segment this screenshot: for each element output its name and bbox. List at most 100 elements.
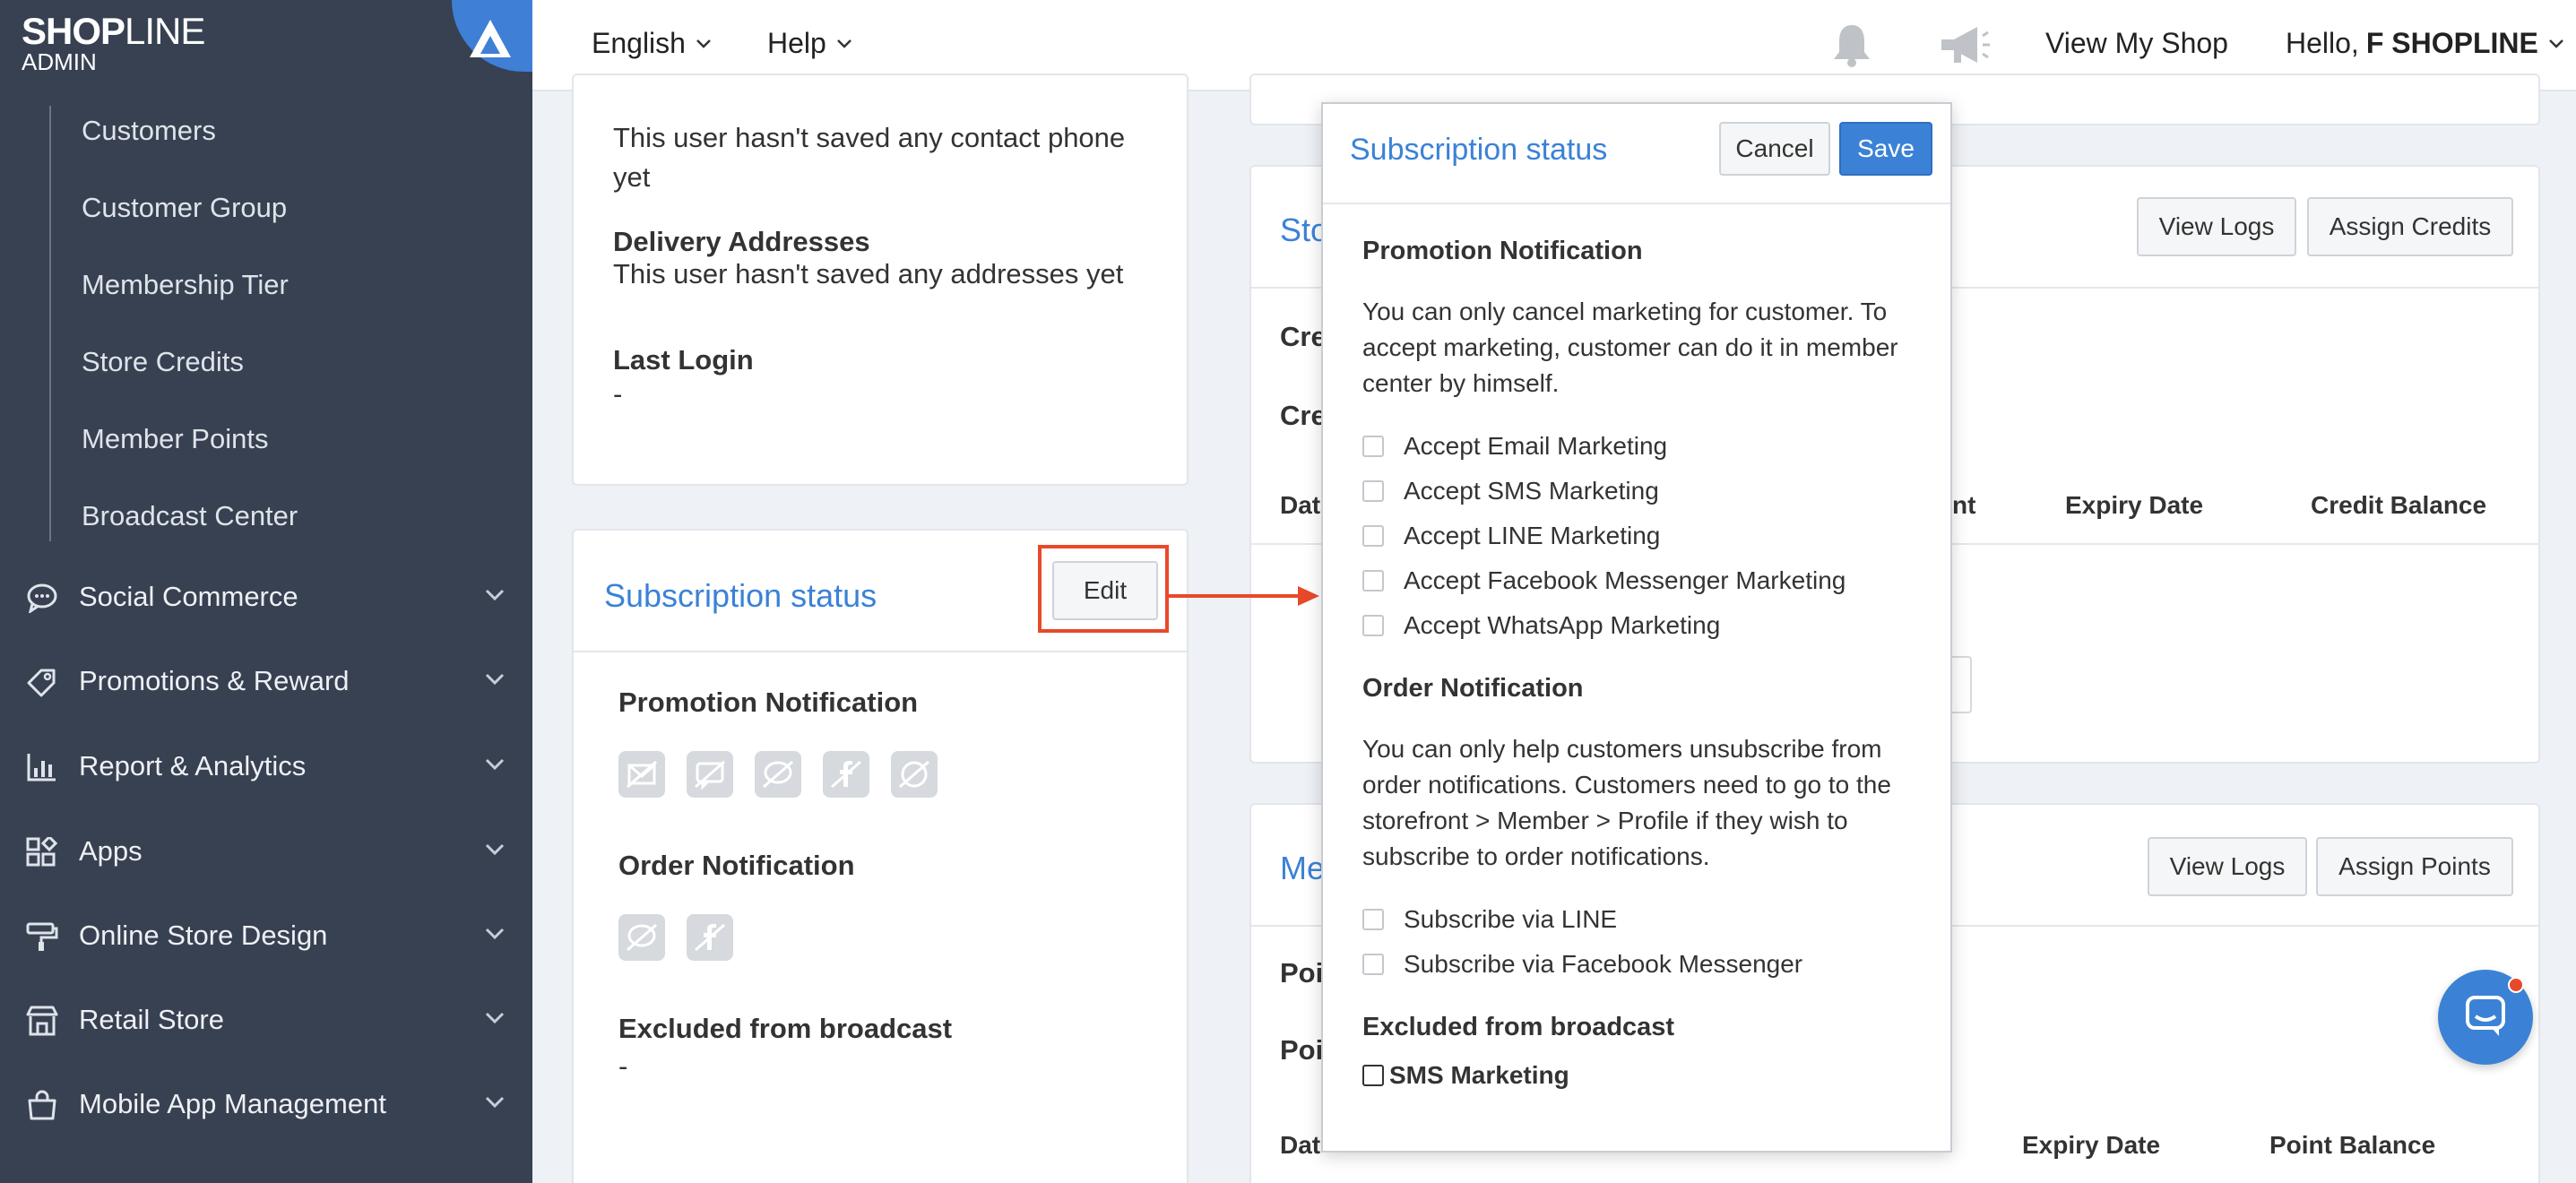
view-my-shop-link[interactable]: View My Shop [2045,27,2228,60]
excluded-from-broadcast-heading: Excluded from broadcast [1362,1013,1675,1041]
assign-points-button[interactable]: Assign Points [2316,837,2513,896]
chat-icon [2466,996,2505,1036]
megaphone-icon[interactable] [1936,20,1992,70]
customer-info-card: This user hasn't saved any contact phone… [572,73,1189,486]
view-credit-logs-button[interactable]: View Logs [2137,197,2296,256]
sidebar-item-promotions-reward[interactable]: Promotions & Reward [0,654,532,708]
accept-facebook-messenger-marketing-checkbox[interactable]: Accept Facebook Messenger Marketing [1362,566,1846,595]
popup-header-divider [1323,203,1950,204]
sms-disabled-icon [687,751,733,798]
credits-col-balance: Credit Balance [2311,491,2487,519]
chevron-down-icon [485,928,505,940]
credits-row-label: Cre [1280,321,1327,352]
checkbox-label: Subscribe via Facebook Messenger [1404,950,1803,978]
checkbox-box[interactable] [1362,909,1384,930]
excluded-from-broadcast-label: Excluded from broadcast [618,1013,953,1044]
chevron-down-icon [485,843,505,856]
shopline-mark-icon [452,0,532,72]
subscribe-via-line-checkbox[interactable]: Subscribe via LINE [1362,905,1617,934]
help-dropdown[interactable]: Help [767,27,853,60]
sidebar-item-report-analytics[interactable]: Report & Analytics [0,739,532,793]
credits-col-amount: nt [1952,491,1976,519]
sidebar-item-mobile-app-management[interactable]: Mobile App Management [0,1077,532,1131]
checkbox-box[interactable] [1362,480,1384,502]
member-points-title: Me [1280,850,1326,886]
sidebar-label: Retail Store [79,1004,224,1035]
store-icon [26,1006,58,1036]
sidebar-item-member-points[interactable]: Member Points [51,414,497,491]
customers-sub-nav: Customers Customer Group Membership Tier… [49,106,497,541]
subscription-status-popup: Subscription status Cancel Save Promotio… [1321,102,1952,1153]
email-disabled-icon [618,751,665,798]
assign-credits-button[interactable]: Assign Credits [2307,197,2513,256]
credits-col-date: Dat [1280,491,1321,519]
sidebar-label: Apps [79,835,143,867]
chevron-down-icon [485,1012,505,1024]
user-menu[interactable]: Hello, F SHOPLINE [2286,27,2565,60]
save-button[interactable]: Save [1839,122,1932,176]
subscribe-via-facebook-messenger-checkbox[interactable]: Subscribe via Facebook Messenger [1362,950,1802,979]
promotion-notification-label: Promotion Notification [618,686,919,718]
contact-phone-text: This user hasn't saved any contact phone… [613,122,1126,193]
checkbox-label: Accept WhatsApp Marketing [1404,611,1721,639]
checkbox-label: Accept SMS Marketing [1404,477,1659,505]
shopping-bag-icon [28,1090,56,1120]
sidebar-item-membership-tier[interactable]: Membership Tier [51,260,497,337]
checkbox-box[interactable] [1362,954,1384,975]
checkbox-label: Accept Email Marketing [1404,432,1668,460]
checkbox-box[interactable] [1362,436,1384,457]
chevron-down-icon [485,673,505,686]
checkbox-box[interactable] [1362,570,1384,592]
checkbox-box[interactable] [1362,1065,1384,1086]
subscription-card-title: Subscription status [604,577,877,614]
credits-col-expiry: Expiry Date [2065,491,2204,519]
sidebar-item-customer-group[interactable]: Customer Group [51,183,497,260]
view-point-logs-button[interactable]: View Logs [2148,837,2307,896]
order-notification-heading: Order Notification [1362,674,1584,703]
accept-whatsapp-marketing-checkbox[interactable]: Accept WhatsApp Marketing [1362,611,1720,640]
credits-row-label: Cre [1280,400,1327,431]
card-divider [574,651,1187,652]
accept-line-marketing-checkbox[interactable]: Accept LINE Marketing [1362,522,1660,550]
line-disabled-icon [618,914,665,961]
logo-subtitle: ADMIN [22,48,97,75]
sidebar-item-online-store-design[interactable]: Online Store Design [0,909,532,963]
sidebar-label: Report & Analytics [79,750,307,781]
bell-icon[interactable] [1827,20,1877,70]
accept-email-marketing-checkbox[interactable]: Accept Email Marketing [1362,432,1667,461]
language-dropdown[interactable]: English [592,27,713,60]
order-notification-label: Order Notification [618,850,855,881]
cancel-button[interactable]: Cancel [1719,122,1830,176]
sidebar-label: Online Store Design [79,920,328,951]
tag-icon [27,669,56,697]
checkbox-label: Subscribe via LINE [1404,905,1618,933]
checkbox-box[interactable] [1362,615,1384,636]
sidebar-item-apps[interactable]: Apps [0,825,532,878]
shopline-logo[interactable]: SHOPLINE ADMIN [22,10,205,75]
sms-marketing-checkbox[interactable]: SMS Marketing [1362,1061,1569,1090]
checkbox-box[interactable] [1362,525,1384,547]
chevron-down-icon [485,589,505,601]
sidebar-label: Mobile App Management [79,1088,386,1119]
chat-launcher-button[interactable] [2438,970,2533,1065]
line-disabled-icon [755,751,801,798]
accept-sms-marketing-checkbox[interactable]: Accept SMS Marketing [1362,477,1659,505]
excluded-from-broadcast-value: - [618,1050,628,1082]
sidebar-item-retail-store[interactable]: Retail Store [0,993,532,1047]
sidebar-item-customers[interactable]: Customers [51,106,497,183]
chevron-down-icon [696,39,711,48]
paint-roller-icon [26,922,58,951]
sidebar-item-social-commerce[interactable]: Social Commerce [0,570,532,624]
sidebar-item-store-credits[interactable]: Store Credits [51,337,497,414]
sidebar-label: Social Commerce [79,581,298,612]
sidebar-label: Promotions & Reward [79,665,350,696]
promotion-notification-heading: Promotion Notification [1362,237,1643,265]
sidebar-item-broadcast-center[interactable]: Broadcast Center [51,491,497,568]
delivery-addresses-label: Delivery Addresses [613,226,870,257]
view-my-shop-label: View My Shop [2045,27,2228,59]
facebook-disabled-icon [823,751,869,798]
last-login-label: Last Login [613,344,754,376]
logo-text-bold: SHOP [22,10,125,52]
points-row-label: Poi [1280,957,1324,989]
delivery-addresses-text: This user hasn't saved any addresses yet [613,258,1124,289]
